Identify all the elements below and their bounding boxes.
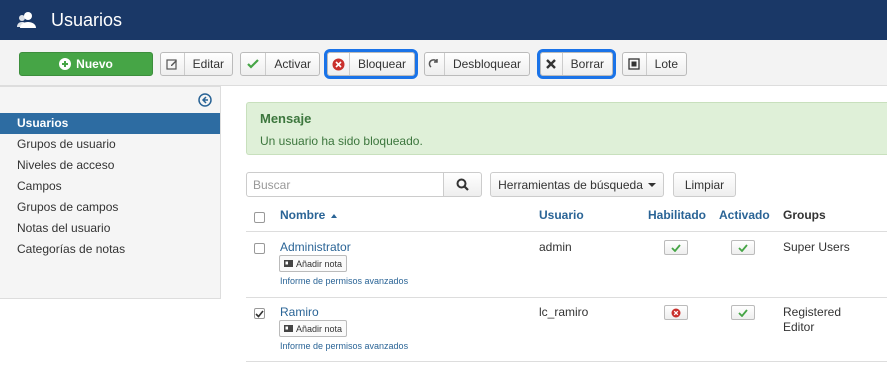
- sidebar-item-categorias-notas[interactable]: Categorías de notas: [0, 239, 220, 260]
- clear-button[interactable]: Limpiar: [673, 172, 736, 197]
- table-divider: [246, 231, 887, 232]
- edit-icon: [161, 53, 185, 75]
- caret-down-icon: [647, 182, 656, 187]
- row-checkbox[interactable]: [254, 243, 265, 254]
- batch-button[interactable]: Lote: [622, 52, 687, 76]
- toolbar: Nuevo Editar Activar Bloquear Desbloquea…: [0, 40, 887, 86]
- user-name-link[interactable]: Administrator: [280, 240, 351, 254]
- sidebar-item-campos[interactable]: Campos: [0, 176, 220, 197]
- edit-button[interactable]: Editar: [160, 52, 233, 76]
- block-icon: [328, 53, 350, 75]
- delete-button[interactable]: Borrar: [537, 49, 616, 79]
- user-name-link[interactable]: Ramiro: [280, 305, 319, 319]
- search-tools-button[interactable]: Herramientas de búsqueda: [490, 172, 664, 197]
- select-all-checkbox[interactable]: [254, 212, 265, 223]
- id-card-icon: [284, 325, 293, 332]
- blocked-icon: [671, 308, 681, 317]
- id-card-icon: [284, 260, 293, 267]
- permissions-report-link[interactable]: Informe de permisos avanzados: [280, 276, 408, 286]
- column-header-user[interactable]: Usuario: [539, 208, 584, 222]
- add-note-label: Añadir nota: [296, 323, 343, 334]
- sidebar-item-grupos-campos[interactable]: Grupos de campos: [0, 197, 220, 218]
- unblock-button-label: Desbloquear: [452, 57, 521, 71]
- new-button[interactable]: Nuevo: [19, 52, 153, 76]
- message-alert: Mensaje Un usuario ha sido bloqueado.: [246, 102, 887, 155]
- search-button[interactable]: [443, 172, 482, 197]
- sidebar-item-grupos-usuario[interactable]: Grupos de usuario: [0, 134, 220, 155]
- add-note-button[interactable]: Añadir nota: [279, 255, 348, 272]
- enabled-toggle[interactable]: [664, 240, 688, 255]
- plus-circle-icon: [59, 58, 72, 70]
- sort-asc-icon: [330, 213, 337, 218]
- groups-cell: Registered: [783, 305, 842, 319]
- square-icon: [623, 53, 647, 75]
- users-icon: [17, 10, 37, 30]
- page-title: Usuarios: [51, 9, 123, 30]
- add-note-button[interactable]: Añadir nota: [279, 320, 348, 337]
- sidebar-item-niveles-acceso[interactable]: Niveles de acceso: [0, 155, 220, 176]
- check-icon: [738, 308, 748, 317]
- check-icon: [671, 243, 681, 252]
- refresh-icon: [425, 53, 445, 75]
- close-icon: [541, 53, 563, 75]
- collapse-sidebar-icon[interactable]: [198, 93, 212, 107]
- checkmark-icon: [255, 309, 264, 318]
- sidebar: Usuarios Grupos de usuario Niveles de ac…: [0, 86, 221, 299]
- edit-button-label: Editar: [192, 57, 224, 71]
- column-header-enabled[interactable]: Habilitado: [648, 208, 706, 222]
- alert-heading: Mensaje: [260, 111, 312, 126]
- enabled-toggle[interactable]: [664, 305, 688, 320]
- activated-toggle[interactable]: [731, 305, 755, 320]
- check-icon: [738, 243, 748, 252]
- add-note-label: Añadir nota: [296, 258, 343, 269]
- alert-message: Un usuario ha sido bloqueado.: [260, 134, 423, 148]
- column-header-groups: Groups: [783, 208, 826, 222]
- permissions-report-link[interactable]: Informe de permisos avanzados: [280, 341, 408, 351]
- column-header-activated[interactable]: Activado: [719, 208, 770, 222]
- username-cell: admin: [539, 240, 572, 254]
- batch-button-label: Lote: [654, 57, 678, 71]
- new-button-label: Nuevo: [76, 57, 113, 71]
- sidebar-item-usuarios[interactable]: Usuarios: [0, 113, 220, 134]
- username-cell: lc_ramiro: [539, 305, 589, 319]
- table-divider: [246, 361, 887, 362]
- search-input[interactable]: [246, 172, 444, 197]
- page-header: Usuarios: [0, 0, 887, 40]
- activated-toggle[interactable]: [731, 240, 755, 255]
- delete-button-label: Borrar: [570, 57, 604, 71]
- activate-button[interactable]: Activar: [240, 52, 320, 76]
- block-button[interactable]: Bloquear: [324, 49, 418, 79]
- search-icon: [456, 178, 469, 191]
- search-tools-label: Herramientas de búsqueda: [498, 177, 643, 192]
- unblock-button[interactable]: Desbloquear: [424, 52, 530, 76]
- sidebar-item-notas-usuario[interactable]: Notas del usuario: [0, 218, 220, 239]
- column-header-name[interactable]: Nombre: [280, 208, 337, 222]
- check-icon: [241, 53, 267, 75]
- row-checkbox[interactable]: [254, 308, 265, 319]
- activate-button-label: Activar: [274, 57, 311, 71]
- table-divider: [246, 297, 887, 298]
- block-button-label: Bloquear: [357, 57, 406, 71]
- column-header-name-label: Nombre: [280, 208, 326, 222]
- groups-cell: Super Users: [783, 240, 850, 254]
- groups-cell-second: Editor: [783, 320, 815, 334]
